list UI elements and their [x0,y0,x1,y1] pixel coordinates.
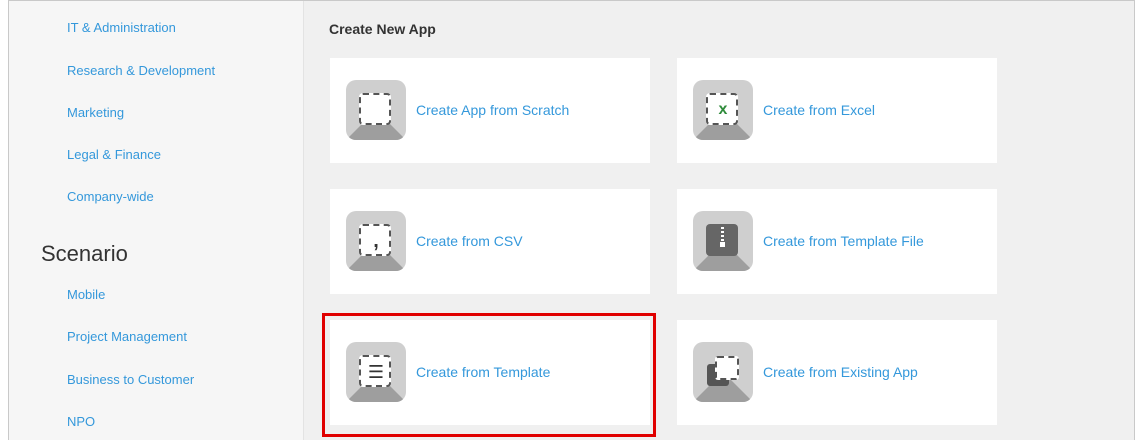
excel-icon: x [693,80,753,140]
sidebar-item-project-management[interactable]: Project Management [67,329,187,344]
sidebar-item-company-wide[interactable]: Company-wide [67,189,154,204]
sidebar-item-it-administration[interactable]: IT & Administration [67,20,176,35]
csv-icon: , [346,211,406,271]
create-from-existing-app-card[interactable]: Create from Existing App [677,320,997,425]
card-label: Create from Excel [763,102,876,118]
create-from-excel-card[interactable]: x Create from Excel [677,58,997,163]
card-label: Create from Existing App [763,364,918,380]
app-frame: IT & Administration Research & Developme… [8,0,1135,440]
card-label: Create from Template [416,364,551,380]
copy-app-icon [693,342,753,402]
create-from-template-card[interactable]: ☰ Create from Template [330,320,650,425]
sidebar-item-npo[interactable]: NPO [67,414,95,429]
card-label: Create from CSV [416,233,523,249]
sidebar-item-business-to-customer[interactable]: Business to Customer [67,372,194,387]
sidebar-item-legal-finance[interactable]: Legal & Finance [67,147,161,162]
scenario-heading: Scenario [41,241,128,266]
sidebar-item-research-development[interactable]: Research & Development [67,63,215,78]
blank-app-icon [346,80,406,140]
template-list-icon: ☰ [346,342,406,402]
sidebar: IT & Administration Research & Developme… [9,1,304,440]
create-from-scratch-card[interactable]: Create App from Scratch [330,58,650,163]
create-from-csv-card[interactable]: , Create from CSV [330,189,650,294]
create-from-template-file-card[interactable]: Create from Template File [677,189,997,294]
sidebar-item-mobile[interactable]: Mobile [67,287,105,302]
page-title: Create New App [329,21,436,37]
card-label: Create from Template File [763,233,924,249]
card-label: Create App from Scratch [416,102,570,118]
sidebar-item-marketing[interactable]: Marketing [67,105,124,120]
main-content: Create New App Create App from Scratch x… [304,1,1134,440]
zip-file-icon [693,211,753,271]
